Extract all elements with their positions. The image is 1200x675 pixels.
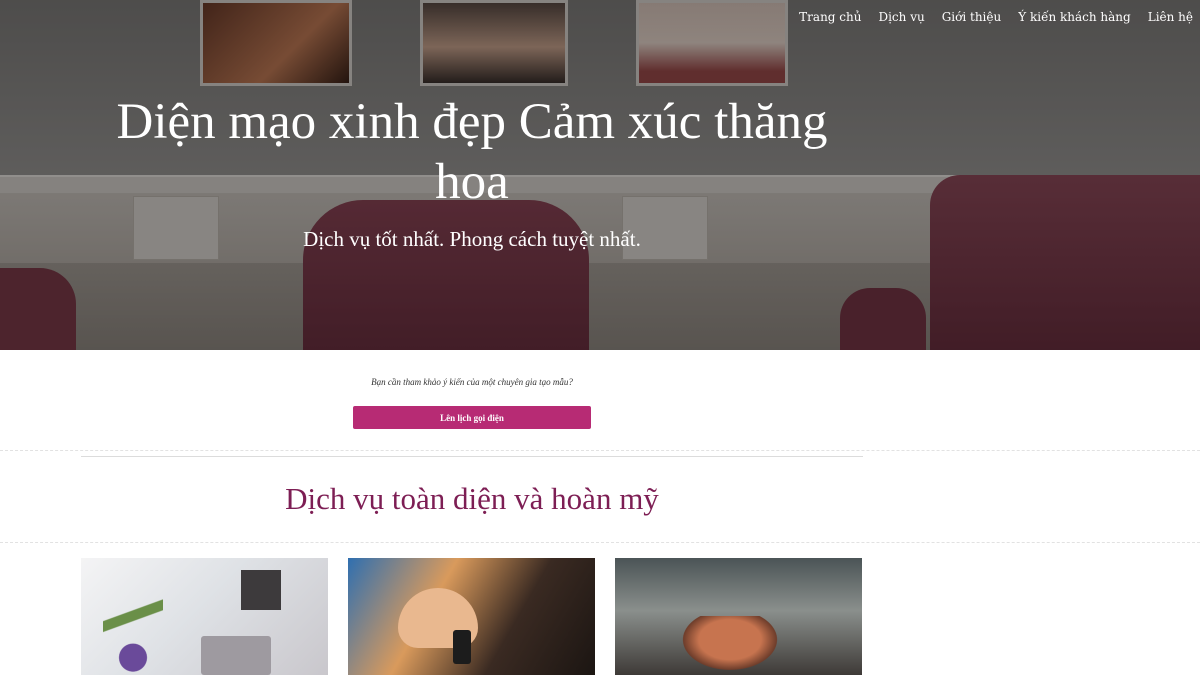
nav-item-contact[interactable]: Liên hệ (1148, 10, 1193, 24)
section-divider (0, 542, 1200, 543)
hero-subtitle: Dịch vụ tốt nhất. Phong cách tuyệt nhất. (303, 227, 641, 251)
makeup-brushes-image (675, 616, 785, 675)
service-card-makeup-studio[interactable] (81, 558, 328, 675)
nail-polish-image (453, 630, 471, 664)
equipment-image (241, 570, 281, 610)
nav-item-about[interactable]: Giới thiệu (942, 10, 1002, 24)
main-nav: Trang chủ Dịch vụ Giới thiệu Ý kiến khác… (799, 10, 1193, 24)
nav-item-services[interactable]: Dịch vụ (878, 10, 924, 24)
cta-prompt: Bạn cần tham khảo ý kiến của một chuyên … (371, 377, 573, 387)
plant-image (103, 588, 163, 675)
service-card-makeup-brushes[interactable] (615, 558, 862, 675)
hero-title: Diện mạo xinh đẹp Cảm xúc thăng hoa (116, 94, 828, 210)
section-divider (0, 450, 1200, 451)
nav-item-testimonials[interactable]: Ý kiến khách hàng (1018, 10, 1130, 24)
nav-item-home[interactable]: Trang chủ (799, 10, 861, 24)
makeup-case-image (201, 636, 271, 675)
section-rule (81, 456, 863, 457)
service-card-manicure[interactable] (348, 558, 595, 675)
schedule-call-button[interactable]: Lên lịch gọi điện (353, 406, 591, 429)
services-heading: Dịch vụ toàn diện và hoàn mỹ (285, 481, 659, 516)
